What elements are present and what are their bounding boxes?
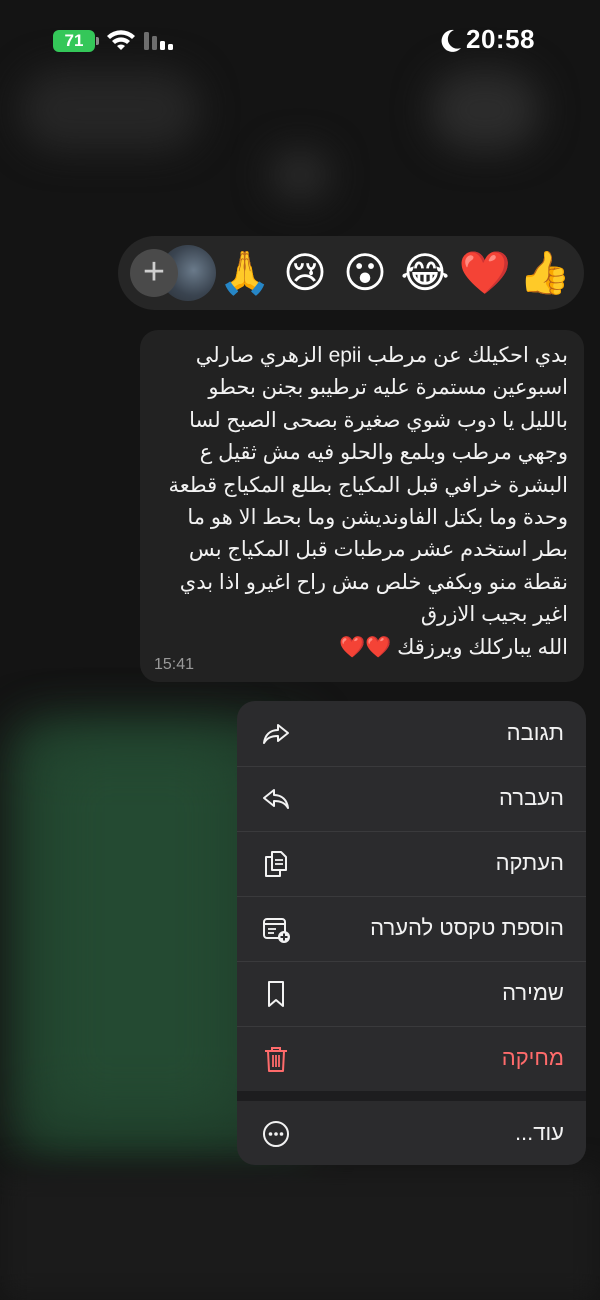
blurred-background	[0, 1170, 600, 1300]
menu-item-forward[interactable]: העברה	[237, 766, 586, 831]
menu-item-label: מחיקה	[501, 1045, 564, 1070]
laughing-emoji-reaction[interactable]: 😂	[398, 246, 452, 300]
reply-arrow-icon	[263, 724, 289, 744]
bookmark-icon	[268, 981, 284, 1007]
add-note-icon	[263, 918, 290, 943]
menu-item-more[interactable]: עוד...	[237, 1101, 586, 1165]
reaction-bar: + 🙏 😢 😮 😂 ❤️ 👍	[118, 236, 584, 310]
context-menu: תגובה העברה העתקה הוספת טקסט להערה שמירה…	[237, 701, 586, 1165]
message-text: بدي احكيلك عن مرطب epii الزهري صارلي اسب…	[168, 344, 568, 659]
menu-item-label: עוד...	[514, 1120, 564, 1145]
clock: 20:58	[466, 24, 535, 54]
menu-item-save[interactable]: שמירה	[237, 961, 586, 1026]
menu-item-delete[interactable]: מחיקה	[237, 1026, 586, 1091]
trash-icon	[265, 1047, 287, 1072]
cellular-signal-icon	[144, 32, 173, 50]
menu-item-label: העברה	[499, 785, 564, 810]
battery-cap	[96, 37, 99, 45]
menu-item-label: העתקה	[495, 850, 564, 875]
add-reaction-button[interactable]: +	[130, 249, 178, 297]
menu-section-divider	[237, 1091, 586, 1101]
surprised-emoji-reaction[interactable]: 😮	[338, 246, 392, 300]
battery-level: 71	[64, 31, 84, 50]
moon-icon	[441, 29, 461, 52]
blurred-background	[430, 70, 540, 150]
forward-arrow-icon	[263, 789, 289, 809]
message-timestamp: 15:41	[154, 656, 195, 673]
message-bubble[interactable]: بدي احكيلك عن مرطب epii الزهري صارلي اسب…	[140, 330, 584, 682]
menu-item-label: הוספת טקסט להערה	[370, 915, 564, 940]
blurred-background	[40, 740, 240, 1120]
menu-item-add-note[interactable]: הוספת טקסט להערה	[237, 896, 586, 961]
more-icon	[263, 1121, 289, 1147]
wifi-icon	[107, 30, 135, 50]
thumbs-up-emoji-reaction[interactable]: 👍	[518, 246, 572, 300]
blurred-background	[20, 70, 200, 150]
menu-item-copy[interactable]: העתקה	[237, 831, 586, 896]
copy-icon	[265, 851, 287, 877]
menu-item-label: תגובה	[506, 720, 564, 745]
blurred-background	[270, 150, 330, 200]
menu-item-reply[interactable]: תגובה	[237, 701, 586, 766]
sad-emoji-reaction[interactable]: 😢	[278, 246, 332, 300]
pray-emoji-reaction[interactable]: 🙏	[218, 246, 272, 300]
battery-indicator: 71	[53, 30, 95, 52]
status-bar: 71 20:58	[0, 22, 600, 62]
heart-emoji-reaction[interactable]: ❤️	[458, 246, 512, 300]
menu-item-label: שמירה	[502, 980, 564, 1005]
